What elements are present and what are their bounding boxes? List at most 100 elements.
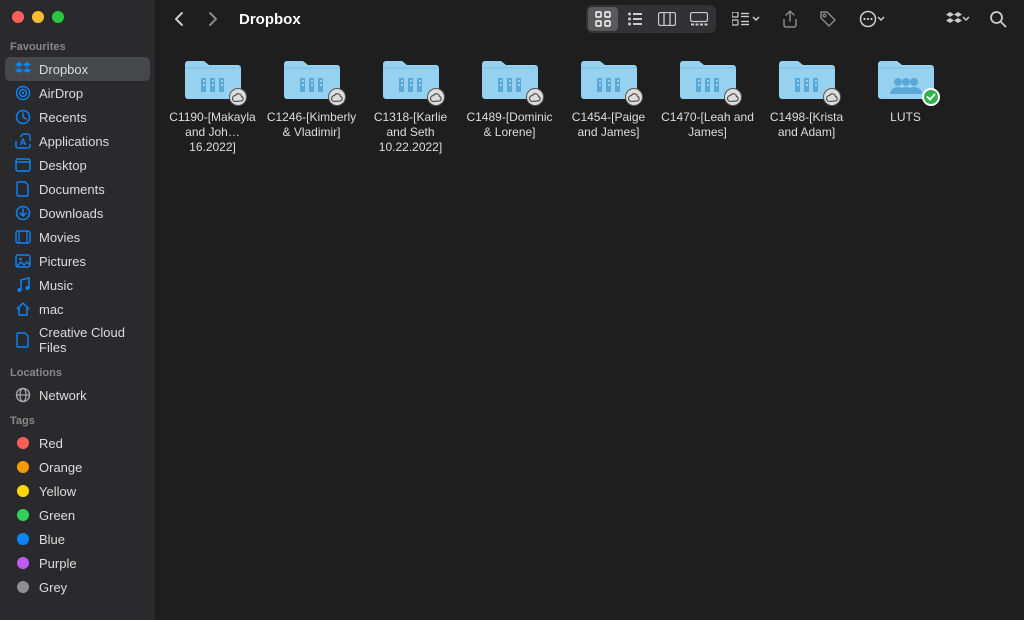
sidebar-item-green[interactable]: Green [5, 503, 150, 527]
chevron-down-icon [752, 16, 760, 22]
close-button[interactable] [12, 11, 24, 23]
cloud-badge-icon [526, 88, 544, 106]
cloud-badge-icon [724, 88, 742, 106]
download-icon [15, 205, 31, 221]
sidebar-item-label: Desktop [39, 158, 87, 173]
folder-icon [777, 54, 837, 104]
folder-item[interactable]: C1318-[Karlie and Seth 10.22.2022] [361, 54, 460, 155]
dropbox-status-button[interactable] [942, 7, 974, 31]
folder-item[interactable]: C1246-[Kimberly & Vladimir] [262, 54, 361, 155]
folder-item[interactable]: C1190-[Makayla and Joh…16.2022] [163, 54, 262, 155]
maximize-button[interactable] [52, 11, 64, 23]
tag-dot-icon [15, 483, 31, 499]
cloud-badge-icon [229, 88, 247, 106]
sidebar-item-mac[interactable]: mac [5, 297, 150, 321]
icon-view-button[interactable] [588, 7, 618, 31]
sidebar-item-label: Red [39, 436, 63, 451]
check-badge-icon [922, 88, 940, 106]
forward-button[interactable] [201, 7, 225, 31]
folder-item[interactable]: C1498-[Krista and Adam] [757, 54, 856, 155]
back-button[interactable] [167, 7, 191, 31]
folder-label: C1498-[Krista and Adam] [757, 110, 856, 140]
folder-item[interactable]: C1470-[Leah and James] [658, 54, 757, 155]
window-title: Dropbox [239, 11, 301, 28]
folder-label: C1190-[Makayla and Joh…16.2022] [163, 110, 262, 155]
sidebar-item-label: Blue [39, 532, 65, 547]
group-button[interactable] [726, 7, 766, 31]
svg-text:A: A [20, 137, 27, 147]
sidebar-item-label: Pictures [39, 254, 86, 269]
share-button[interactable] [776, 7, 804, 31]
column-view-button[interactable] [652, 7, 682, 31]
sidebar-item-movies[interactable]: Movies [5, 225, 150, 249]
desktop-icon [15, 157, 31, 173]
sidebar-section-header: Favourites [0, 33, 155, 57]
cloud-badge-icon [823, 88, 841, 106]
tag-dot-icon [15, 531, 31, 547]
chevron-down-icon [962, 16, 970, 22]
sidebar-item-purple[interactable]: Purple [5, 551, 150, 575]
folder-item[interactable]: C1489-[Dominic & Lorene] [460, 54, 559, 155]
folder-item[interactable]: LUTS [856, 54, 955, 155]
sidebar-item-blue[interactable]: Blue [5, 527, 150, 551]
toolbar: Dropbox [155, 0, 1024, 38]
sidebar-item-label: Dropbox [39, 62, 88, 77]
dropbox-icon [15, 61, 31, 77]
sidebar-item-grey[interactable]: Grey [5, 575, 150, 599]
action-menu-button[interactable] [852, 7, 892, 31]
sidebar: Favourites Dropbox AirDrop Recents AApplicat… [0, 0, 155, 620]
sidebar-item-dropbox[interactable]: Dropbox [5, 57, 150, 81]
main-pane: Dropbox [155, 0, 1024, 620]
sidebar-item-downloads[interactable]: Downloads [5, 201, 150, 225]
sidebar-section-header: Locations [0, 359, 155, 383]
sidebar-item-airdrop[interactable]: AirDrop [5, 81, 150, 105]
sidebar-item-desktop[interactable]: Desktop [5, 153, 150, 177]
tag-button[interactable] [814, 7, 842, 31]
sidebar-item-label: mac [39, 302, 64, 317]
tag-dot-icon [15, 507, 31, 523]
sidebar-item-creative-cloud-files[interactable]: Creative Cloud Files [5, 321, 150, 359]
cc-file-icon [15, 332, 31, 348]
sidebar-item-label: Orange [39, 460, 82, 475]
sidebar-item-network[interactable]: Network [5, 383, 150, 407]
folder-label: C1470-[Leah and James] [658, 110, 757, 140]
gallery-view-button[interactable] [684, 7, 714, 31]
sidebar-item-label: Music [39, 278, 73, 293]
sidebar-item-applications[interactable]: AApplications [5, 129, 150, 153]
folder-label: C1246-[Kimberly & Vladimir] [262, 110, 361, 140]
sidebar-item-label: AirDrop [39, 86, 83, 101]
folder-icon [381, 54, 441, 104]
sidebar-item-label: Documents [39, 182, 105, 197]
pictures-icon [15, 253, 31, 269]
sidebar-section-header: Tags [0, 407, 155, 431]
sidebar-item-label: Green [39, 508, 75, 523]
sidebar-item-label: Movies [39, 230, 80, 245]
sidebar-item-red[interactable]: Red [5, 431, 150, 455]
folder-label: C1318-[Karlie and Seth 10.22.2022] [361, 110, 460, 155]
tag-dot-icon [15, 579, 31, 595]
sidebar-item-pictures[interactable]: Pictures [5, 249, 150, 273]
folder-icon [183, 54, 243, 104]
sidebar-item-label: Purple [39, 556, 77, 571]
search-button[interactable] [984, 7, 1012, 31]
sidebar-item-music[interactable]: Music [5, 273, 150, 297]
folder-item[interactable]: C1454-[Paige and James] [559, 54, 658, 155]
minimize-button[interactable] [32, 11, 44, 23]
folder-label: C1489-[Dominic & Lorene] [460, 110, 559, 140]
sidebar-item-recents[interactable]: Recents [5, 105, 150, 129]
sidebar-item-documents[interactable]: Documents [5, 177, 150, 201]
clock-icon [15, 109, 31, 125]
tag-dot-icon [15, 435, 31, 451]
sidebar-item-label: Recents [39, 110, 87, 125]
folder-icon [678, 54, 738, 104]
folder-label: LUTS [888, 110, 923, 125]
cloud-badge-icon [427, 88, 445, 106]
home-icon [15, 301, 31, 317]
list-view-button[interactable] [620, 7, 650, 31]
sidebar-item-yellow[interactable]: Yellow [5, 479, 150, 503]
tag-dot-icon [15, 459, 31, 475]
folder-grid: C1190-[Makayla and Joh…16.2022]C1246-[Ki… [155, 38, 1024, 620]
cloud-badge-icon [625, 88, 643, 106]
sidebar-item-orange[interactable]: Orange [5, 455, 150, 479]
window-controls [0, 0, 155, 33]
